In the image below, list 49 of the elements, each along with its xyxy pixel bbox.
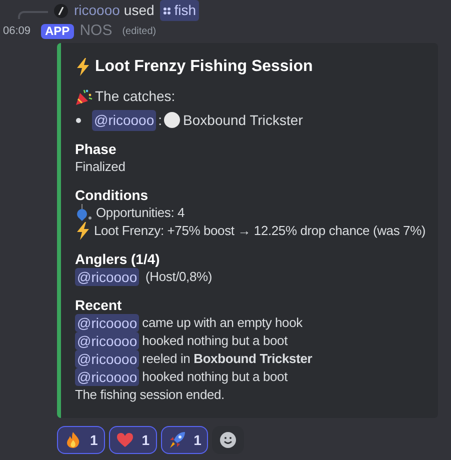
- field-heading: Anglers (1/4): [75, 250, 161, 268]
- user-mention[interactable]: @ricoooo: [75, 332, 140, 350]
- fire-icon: [64, 431, 82, 449]
- field-text: (Host/0,8%): [144, 268, 212, 286]
- field-text: hooked nothing but a boot: [142, 332, 288, 350]
- reaction-button[interactable]: 1: [160, 426, 208, 454]
- field-text: The fishing session ended.: [75, 386, 224, 404]
- field-text: Loot Frenzy: +75% boost → 12.25% drop chance (was 7%): [94, 222, 426, 240]
- separator-text: :: [158, 110, 162, 130]
- reply-text: used: [124, 1, 154, 20]
- timestamp: 06:09: [3, 24, 32, 39]
- catch-item: Boxbound Trickster: [183, 110, 303, 130]
- rocket-icon: [168, 431, 186, 449]
- heart-icon: [116, 432, 134, 448]
- reaction-button[interactable]: 1: [108, 426, 157, 454]
- embed-title: Loot Frenzy Fishing Session: [95, 57, 313, 77]
- grid-icon: [163, 6, 172, 14]
- user-mention[interactable]: @ricoooo: [75, 268, 140, 286]
- slash-command-icon: [54, 4, 68, 18]
- field-heading: Conditions: [75, 186, 150, 204]
- edited-label: (edited): [122, 24, 156, 38]
- lightning-icon: [75, 58, 91, 76]
- reaction-count: 1: [194, 430, 202, 450]
- field-text: came up with an empty hook: [142, 314, 302, 332]
- catches-heading: The catches:: [95, 87, 176, 106]
- reaction-button[interactable]: 1: [57, 426, 105, 454]
- field-text: Finalized: [75, 158, 126, 176]
- reply-connector: [18, 10, 48, 18]
- lightning-icon: [75, 222, 91, 240]
- field-text: hooked nothing but a boot: [142, 368, 288, 386]
- field-text: reeled in Boxbound Trickster: [142, 350, 312, 368]
- reply-username[interactable]: ricoooo: [74, 0, 120, 21]
- party-popper-icon: [75, 88, 93, 106]
- author-name[interactable]: NOS: [80, 20, 112, 42]
- smiley-icon: [219, 431, 238, 449]
- add-reaction-button[interactable]: [212, 426, 244, 454]
- user-mention[interactable]: @ricoooo: [92, 110, 156, 130]
- field-heading: Phase: [75, 140, 118, 158]
- user-mention[interactable]: @ricoooo: [75, 314, 140, 332]
- field-text: Opportunities: 4: [96, 204, 185, 222]
- reaction-count: 1: [90, 430, 98, 450]
- field-heading: Recent: [75, 296, 123, 314]
- reaction-count: 1: [142, 430, 150, 450]
- bullet-icon: [76, 118, 81, 122]
- fishing-bobber-icon: [75, 204, 93, 222]
- command-chip[interactable]: fish: [160, 0, 200, 21]
- user-mention[interactable]: @ricoooo: [75, 368, 140, 386]
- user-mention[interactable]: @ricoooo: [75, 350, 140, 368]
- app-badge: APP: [41, 24, 74, 38]
